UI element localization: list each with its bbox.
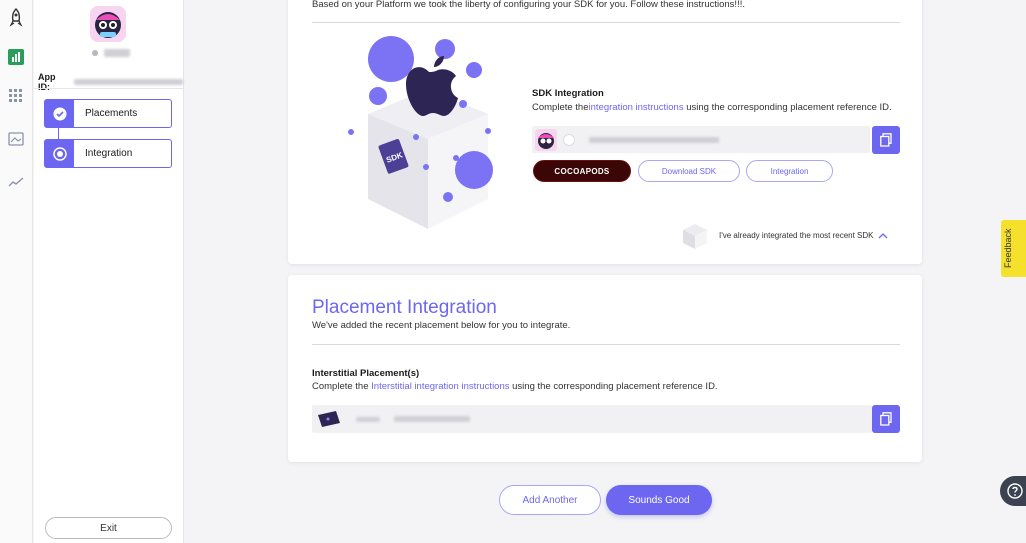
integration-instructions-link[interactable]: integration instructions bbox=[589, 102, 684, 113]
sdk-app-thumb bbox=[535, 128, 557, 151]
step-label-placements: Placements bbox=[85, 108, 138, 119]
cocoapods-button[interactable]: COCOAPODS bbox=[533, 160, 631, 182]
check-circle-icon bbox=[45, 100, 74, 127]
bar-chart-icon[interactable] bbox=[7, 48, 25, 66]
apple-platform-icon bbox=[563, 133, 575, 146]
app-root: App ID: Placements Integration Exit Base… bbox=[0, 0, 1026, 543]
sdk-integration-title: SDK Integration bbox=[532, 88, 604, 99]
already-integrated-label: I've already integrated the most recent … bbox=[719, 231, 874, 240]
sidebar: App ID: Placements Integration Exit bbox=[34, 0, 184, 543]
sdk-desc-after: using the corresponding placement refere… bbox=[683, 102, 892, 113]
chevron-up-icon bbox=[878, 233, 887, 239]
app-id-label: App ID: bbox=[38, 72, 56, 92]
sidebar-divider bbox=[34, 88, 183, 89]
sdk-reference-id-redacted bbox=[589, 136, 719, 143]
app-name-redacted bbox=[104, 49, 130, 57]
app-id-value-redacted bbox=[73, 79, 183, 85]
icon-rail bbox=[0, 0, 33, 543]
placement-integration-subtitle: We've added the recent placement below f… bbox=[312, 320, 571, 331]
interstitial-title: Interstitial Placement(s) bbox=[312, 368, 420, 379]
trend-icon[interactable] bbox=[7, 173, 25, 191]
app-id-row: App ID: bbox=[38, 72, 183, 92]
interstitial-reference-row bbox=[312, 405, 872, 433]
platform-dot bbox=[92, 50, 98, 56]
interstitial-instructions-link[interactable]: Interstitial integration instructions bbox=[371, 381, 509, 392]
add-another-button[interactable]: Add Another bbox=[499, 485, 601, 515]
integration-button[interactable]: Integration bbox=[746, 160, 833, 182]
copy-placement-id-button[interactable] bbox=[872, 405, 900, 433]
already-integrated-toggle[interactable]: I've already integrated the most recent … bbox=[719, 231, 888, 240]
app-avatar bbox=[90, 6, 126, 42]
rocket-icon[interactable] bbox=[7, 8, 25, 27]
step-placements[interactable]: Placements bbox=[44, 99, 172, 128]
feedback-tab[interactable]: Feedback bbox=[1001, 220, 1026, 277]
interstitial-desc-before: Complete the bbox=[312, 381, 372, 392]
radio-current-icon bbox=[45, 140, 74, 167]
placement-integration-title: Placement Integration bbox=[312, 297, 497, 318]
copy-sdk-id-button[interactable] bbox=[872, 126, 900, 154]
placement-divider bbox=[312, 344, 900, 345]
step-integration[interactable]: Integration bbox=[44, 139, 172, 168]
interstitial-thumb-icon bbox=[316, 409, 342, 429]
interstitial-desc: Complete the Interstitial integration in… bbox=[312, 381, 718, 392]
help-button[interactable] bbox=[1000, 476, 1026, 506]
copy-icon bbox=[880, 412, 892, 426]
sounds-good-button[interactable]: Sounds Good bbox=[606, 485, 712, 515]
main-content: Based on your Platform we took the liber… bbox=[184, 0, 1026, 543]
media-icon[interactable] bbox=[7, 130, 25, 148]
download-sdk-button[interactable]: Download SDK bbox=[638, 160, 740, 182]
grid-icon[interactable] bbox=[7, 87, 25, 105]
sdk-intro-text: Based on your Platform we took the liber… bbox=[312, 0, 745, 10]
sdk-integration-desc: Complete theintegration instructions usi… bbox=[532, 101, 902, 114]
step-label-integration: Integration bbox=[85, 148, 133, 159]
cube-icon bbox=[681, 222, 709, 250]
feedback-label: Feedback bbox=[1003, 228, 1013, 268]
placement-type-redacted bbox=[356, 416, 380, 422]
interstitial-desc-after: using the corresponding placement refere… bbox=[509, 381, 718, 392]
exit-button[interactable]: Exit bbox=[45, 517, 172, 539]
sdk-reference-row bbox=[532, 126, 870, 153]
placement-reference-id-redacted bbox=[394, 416, 470, 422]
app-name-row bbox=[92, 49, 130, 57]
sdk-divider bbox=[312, 22, 900, 23]
sdk-illustration: SDK bbox=[348, 34, 498, 234]
copy-icon bbox=[880, 133, 892, 147]
help-icon bbox=[1007, 483, 1023, 499]
sdk-desc-before: Complete the bbox=[532, 102, 589, 113]
